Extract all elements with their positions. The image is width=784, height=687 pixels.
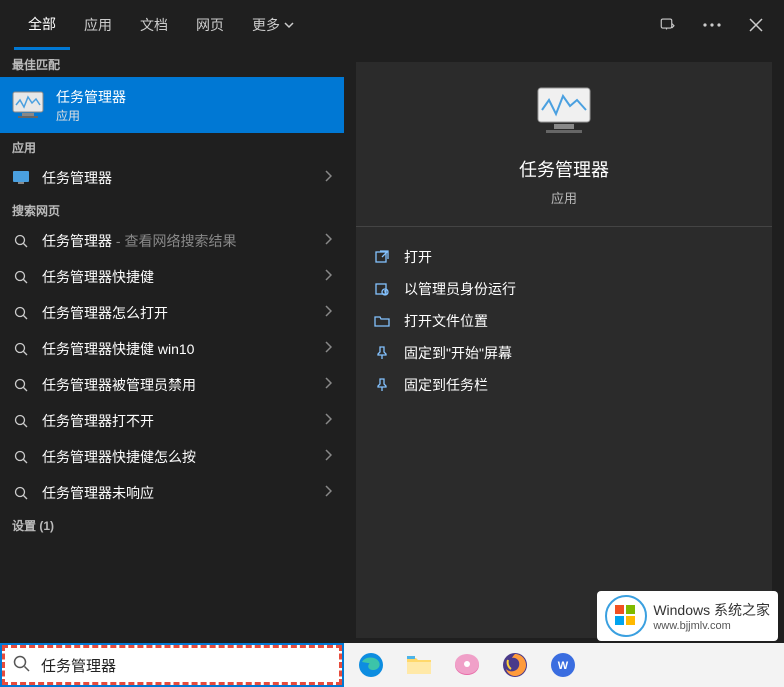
watermark-title: Windows 系统之家 [653,600,770,620]
action-label: 以管理员身份运行 [404,279,516,299]
taskbar-edge-icon[interactable] [350,645,392,685]
chevron-right-icon [324,448,332,466]
search-icon [12,448,30,466]
web-list-item[interactable]: 任务管理器怎么打开 [0,295,344,331]
preview-title: 任务管理器 [519,156,609,182]
list-item-label: 任务管理器 [42,168,312,188]
search-input[interactable] [41,657,331,674]
top-tabs: 全部 应用 文档 网页 更多 [0,0,784,50]
actions-list: 打开以管理员身份运行打开文件位置固定到"开始"屏幕固定到任务栏 [356,227,772,415]
tab-all[interactable]: 全部 [14,0,70,50]
action-item[interactable]: 打开文件位置 [356,305,772,337]
tab-web[interactable]: 网页 [182,0,238,50]
top-right-controls [650,7,784,43]
web-list-item[interactable]: 任务管理器未响应 [0,475,344,511]
taskbar: W [344,643,784,687]
action-label: 固定到任务栏 [404,375,488,395]
admin-icon [374,281,390,297]
section-apps: 应用 [0,133,344,160]
task-manager-icon [12,89,44,121]
search-icon [12,340,30,358]
list-item-label: 任务管理器快捷健怎么按 [42,447,312,467]
pin-icon [374,377,390,393]
more-options-icon[interactable] [694,7,730,43]
best-match-subtitle: 应用 [56,107,126,124]
svg-text:W: W [558,660,569,672]
tab-docs[interactable]: 文档 [126,0,182,50]
preview-subtitle: 应用 [551,188,577,208]
chevron-right-icon [324,268,332,286]
windows-logo-icon [605,595,647,637]
close-icon[interactable] [738,7,774,43]
search-icon [13,655,33,675]
web-list-item[interactable]: 任务管理器快捷健怎么按 [0,439,344,475]
list-item-label: 任务管理器快捷健 win10 [42,339,312,359]
tab-more[interactable]: 更多 [238,0,308,50]
action-item[interactable]: 打开 [356,241,772,273]
watermark-url: www.bjjmlv.com [653,620,770,632]
section-best-match: 最佳匹配 [0,50,344,77]
preview-task-manager-icon [536,86,592,142]
list-item-label: 任务管理器未响应 [42,483,312,503]
preview-panel: 任务管理器 应用 打开以管理员身份运行打开文件位置固定到"开始"屏幕固定到任务栏 [356,62,772,638]
action-item[interactable]: 以管理员身份运行 [356,273,772,305]
list-item-label: 任务管理器快捷健 [42,267,312,287]
apps-list-item[interactable]: 任务管理器 [0,160,344,196]
search-box[interactable] [2,645,342,685]
web-list-item[interactable]: 任务管理器打不开 [0,403,344,439]
feedback-icon[interactable] [650,7,686,43]
list-item-label: 任务管理器怎么打开 [42,303,312,323]
chevron-right-icon [324,376,332,394]
web-list-item[interactable]: 任务管理器快捷健 [0,259,344,295]
search-icon [12,484,30,502]
watermark: Windows 系统之家 www.bjjmlv.com [597,591,778,641]
app-icon [12,169,30,187]
list-item-label: 任务管理器 - 查看网络搜索结果 [42,231,312,251]
section-settings: 设置 (1) [0,511,344,538]
best-match-text: 任务管理器 应用 [56,87,126,124]
web-list-item[interactable]: 任务管理器被管理员禁用 [0,367,344,403]
search-icon [12,304,30,322]
chevron-right-icon [324,340,332,358]
chevron-right-icon [324,412,332,430]
section-search-web: 搜索网页 [0,196,344,223]
web-list-item[interactable]: 任务管理器快捷健 win10 [0,331,344,367]
taskbar-wps-icon[interactable]: W [542,645,584,685]
chevron-right-icon [324,304,332,322]
folder-icon [374,313,390,329]
chevron-right-icon [324,484,332,502]
action-item[interactable]: 固定到任务栏 [356,369,772,401]
tab-apps[interactable]: 应用 [70,0,126,50]
list-item-label: 任务管理器打不开 [42,411,312,431]
chevron-right-icon [324,232,332,250]
open-icon [374,249,390,265]
action-label: 打开文件位置 [404,311,488,331]
pin-icon [374,345,390,361]
list-item-label: 任务管理器被管理员禁用 [42,375,312,395]
search-icon [12,232,30,250]
best-match-item[interactable]: 任务管理器 应用 [0,77,344,133]
action-label: 打开 [404,247,432,267]
best-match-title: 任务管理器 [56,87,126,107]
search-icon [12,268,30,286]
action-item[interactable]: 固定到"开始"屏幕 [356,337,772,369]
taskbar-disc-icon[interactable] [446,645,488,685]
tab-more-label: 更多 [252,15,280,35]
taskbar-explorer-icon[interactable] [398,645,440,685]
search-icon [12,376,30,394]
taskbar-firefox-icon[interactable] [494,645,536,685]
web-list-item[interactable]: 任务管理器 - 查看网络搜索结果 [0,223,344,259]
action-label: 固定到"开始"屏幕 [404,343,512,363]
results-panel: 最佳匹配 任务管理器 应用 应用 任务管理器 搜索网页 任务管理器 - 查看网络… [0,50,344,638]
search-icon [12,412,30,430]
chevron-down-icon [284,17,294,33]
chevron-right-icon [324,169,332,187]
